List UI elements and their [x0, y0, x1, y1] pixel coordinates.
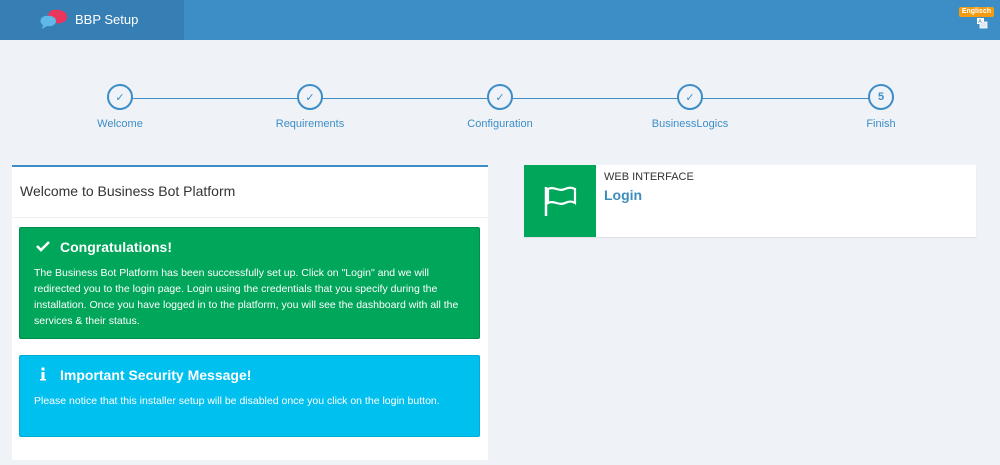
welcome-panel: Welcome to Business Bot Platform Congrat… — [12, 165, 488, 460]
web-interface-box: WEB INTERFACE Login — [524, 165, 976, 237]
svg-text:A: A — [978, 19, 982, 25]
step-welcome-label: Welcome — [97, 118, 143, 130]
success-alert-body: The Business Bot Platform has been succe… — [34, 267, 459, 327]
success-alert-title: Congratulations! — [60, 239, 172, 255]
info-icon — [34, 367, 52, 384]
security-alert: Important Security Message! Please notic… — [19, 355, 480, 437]
brand[interactable]: BBP Setup — [0, 0, 184, 40]
step-welcome-marker: ✓ — [107, 84, 133, 110]
step-requirements-marker: ✓ — [297, 84, 323, 110]
step-finish[interactable]: 5 Finish — [821, 84, 941, 130]
login-link[interactable]: Login — [604, 187, 642, 203]
app-title: BBP Setup — [75, 12, 139, 27]
chat-bubbles-icon — [40, 9, 68, 29]
step-businesslogics[interactable]: ✓ BusinessLogics — [630, 84, 750, 130]
language-switcher[interactable]: Englisch A — [958, 7, 994, 29]
step-businesslogics-label: BusinessLogics — [651, 118, 729, 130]
language-icon: A — [977, 18, 988, 29]
success-alert: Congratulations! The Business Bot Platfo… — [19, 227, 480, 339]
step-configuration-label: Configuration — [467, 118, 533, 130]
step-finish-marker: 5 — [868, 84, 894, 110]
step-businesslogics-marker: ✓ — [677, 84, 703, 110]
check-icon — [34, 239, 52, 255]
wizard-steps: ✓ Welcome ✓ Requirements ✓ Configuration… — [0, 84, 1000, 144]
security-alert-body: Please notice that this installer setup … — [34, 395, 440, 407]
step-configuration-marker: ✓ — [487, 84, 513, 110]
step-requirements-label: Requirements — [275, 118, 345, 130]
flag-icon — [524, 165, 596, 237]
panel-title: Welcome to Business Bot Platform — [12, 167, 488, 218]
step-finish-label: Finish — [866, 118, 896, 130]
language-badge: Englisch — [958, 7, 994, 17]
step-welcome[interactable]: ✓ Welcome — [60, 84, 180, 130]
step-requirements[interactable]: ✓ Requirements — [250, 84, 370, 130]
security-alert-title: Important Security Message! — [60, 367, 252, 383]
web-interface-label: WEB INTERFACE — [604, 171, 694, 183]
top-bar: BBP Setup Englisch A — [0, 0, 1000, 40]
step-configuration[interactable]: ✓ Configuration — [440, 84, 560, 130]
